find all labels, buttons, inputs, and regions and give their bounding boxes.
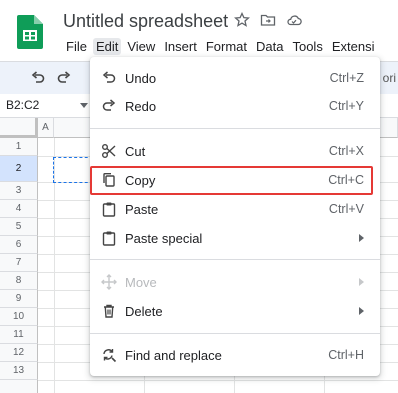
menu-item-label: Paste	[125, 202, 159, 217]
menu-data[interactable]: Data	[253, 38, 286, 55]
redo-icon[interactable]	[56, 70, 72, 86]
menu-item-cut[interactable]: Cut Ctrl+X	[90, 137, 380, 165]
move-icon	[101, 274, 117, 290]
menu-item-shortcut: Ctrl+H	[328, 348, 364, 362]
copy-highlight-box	[90, 166, 373, 195]
row-header[interactable]: 10	[0, 308, 38, 326]
row-header-selected[interactable]: 2	[0, 156, 38, 182]
row-header[interactable]: 11	[0, 326, 38, 344]
redo-icon	[102, 99, 116, 111]
menu-item-find-and-replace[interactable]: Find and replace Ctrl+H	[90, 341, 380, 369]
menu-item-shortcut: Ctrl+Z	[329, 71, 364, 85]
menu-file[interactable]: File	[63, 38, 90, 55]
menu-item-label: Redo	[125, 99, 157, 114]
row-header[interactable]: 12	[0, 344, 38, 362]
move-to-folder-icon[interactable]	[260, 12, 276, 28]
menu-item-redo[interactable]: Redo Ctrl+Y	[90, 92, 380, 120]
menu-view[interactable]: View	[124, 38, 158, 55]
trash-icon	[104, 304, 114, 318]
submenu-arrow-icon	[359, 234, 364, 242]
undo-icon[interactable]	[30, 70, 46, 86]
menu-tools[interactable]: Tools	[289, 38, 325, 55]
row-header[interactable]: 5	[0, 218, 38, 236]
menu-item-label: Paste special	[125, 231, 203, 246]
row-header[interactable]: 3	[0, 182, 38, 200]
find-replace-icon	[103, 349, 117, 363]
select-all-corner[interactable]	[0, 118, 38, 138]
row-header[interactable]: 7	[0, 254, 38, 272]
copy-selection-marquee	[53, 157, 93, 183]
menu-insert[interactable]: Insert	[161, 38, 200, 55]
clipboard-icon	[102, 231, 116, 246]
undo-icon	[102, 71, 116, 83]
row-header[interactable]: 4	[0, 200, 38, 218]
row-header[interactable]	[0, 380, 38, 393]
submenu-arrow-icon	[359, 278, 364, 286]
menu-item-move: Move	[90, 268, 380, 296]
menu-item-shortcut: Ctrl+V	[328, 202, 364, 216]
menu-item-delete[interactable]: Delete	[90, 297, 380, 325]
menu-item-label: Cut	[125, 144, 146, 159]
row-header[interactable]: 8	[0, 272, 38, 290]
column-header-a[interactable]: A	[38, 118, 54, 138]
menu-separator	[90, 259, 380, 260]
menu-item-shortcut: Ctrl+X	[328, 144, 364, 158]
font-name-partial[interactable]: ori	[383, 71, 396, 85]
menu-item-undo[interactable]: Undo Ctrl+Z	[90, 64, 380, 92]
menu-separator	[90, 128, 380, 129]
scissors-icon	[102, 144, 116, 158]
menu-item-label: Delete	[125, 304, 163, 319]
name-box[interactable]: B2:C2	[6, 98, 39, 112]
cloud-status-icon[interactable]	[286, 12, 302, 28]
grid-line	[38, 380, 398, 381]
menu-item-label: Find and replace	[125, 348, 222, 363]
menu-format[interactable]: Format	[203, 38, 250, 55]
menu-item-paste[interactable]: Paste Ctrl+V	[90, 195, 380, 223]
row-header[interactable]: 9	[0, 290, 38, 308]
row-header[interactable]: 1	[0, 138, 38, 156]
row-header[interactable]: 13	[0, 362, 38, 380]
menu-item-label: Undo	[125, 71, 157, 86]
google-sheets-logo[interactable]	[17, 15, 43, 49]
menu-item-label: Move	[125, 275, 157, 290]
menu-item-paste-special[interactable]: Paste special	[90, 224, 380, 252]
menu-separator	[90, 333, 380, 334]
submenu-arrow-icon	[359, 307, 364, 315]
menu-item-shortcut: Ctrl+Y	[328, 99, 364, 113]
row-header[interactable]: 6	[0, 236, 38, 254]
menu-bar: File Edit View Insert Format Data Tools Extensi	[63, 38, 380, 56]
menu-extensions[interactable]: Extensi	[329, 38, 378, 55]
star-icon[interactable]	[234, 11, 250, 28]
edit-menu-dropdown: Undo Ctrl+Z Redo Ctrl+Y Cut Ctrl+X Copy …	[90, 57, 380, 376]
clipboard-icon	[102, 202, 116, 217]
menu-edit[interactable]: Edit	[92, 38, 122, 55]
name-box-dropdown-icon[interactable]	[80, 103, 88, 108]
document-title[interactable]: Untitled spreadsheet	[63, 11, 228, 32]
